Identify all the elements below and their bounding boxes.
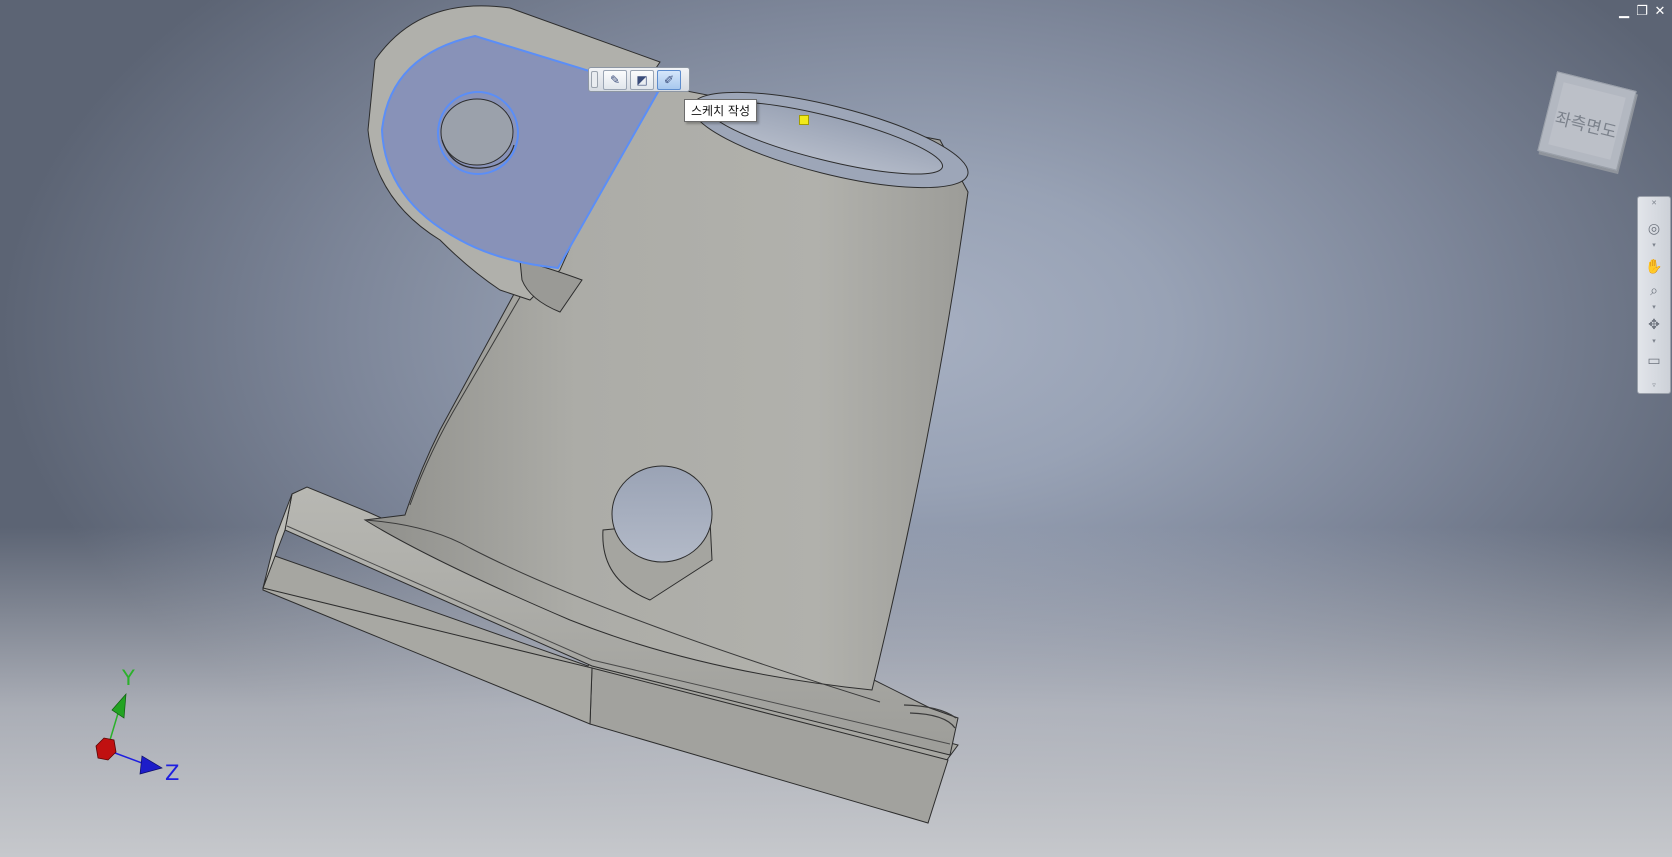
pan-icon[interactable]: ✋	[1643, 257, 1665, 277]
graphics-viewport[interactable]: ▁ ❐ ✕ 좌측면도 ✕ ◎ ▾ ✋ ⌕ ▾ ✥ ▾ ▭ ▿ ✎ ◩ ✐ 스케치…	[0, 0, 1672, 857]
edit-sketch-button[interactable]: ◩	[630, 70, 654, 90]
mini-toolbar: ✎ ◩ ✐	[588, 67, 690, 92]
z-axis-label: Z	[165, 761, 179, 785]
look-at-icon[interactable]: ▭	[1643, 351, 1665, 371]
toolbar-grip-handle[interactable]	[591, 71, 598, 88]
y-axis-label: Y	[121, 666, 135, 690]
part-model[interactable]	[0, 0, 1672, 857]
tooltip: 스케치 작성	[684, 99, 758, 122]
restore-button[interactable]: ❐	[1634, 4, 1650, 20]
close-window-button[interactable]: ✕	[1652, 4, 1668, 20]
navbar-menu-icon[interactable]: ▿	[1643, 381, 1665, 389]
y-axis-arrow	[111, 692, 127, 719]
coordinate-triad: Y Z	[95, 666, 179, 785]
edit-feature-button[interactable]: ✎	[603, 70, 627, 90]
navbar-close-icon[interactable]: ✕	[1643, 199, 1665, 207]
side-boss-hole	[611, 465, 713, 563]
pencil-icon: ✎	[609, 73, 621, 87]
create-sketch-icon: ✐	[663, 73, 675, 87]
orbit-icon[interactable]: ✥	[1643, 315, 1665, 335]
chevron-down-icon[interactable]: ▾	[1643, 303, 1665, 311]
cursor-marker	[799, 115, 809, 125]
viewcube[interactable]: 좌측면도	[1532, 66, 1642, 176]
z-axis-arrow	[139, 755, 163, 775]
chevron-down-icon[interactable]: ▾	[1643, 241, 1665, 249]
create-sketch-button[interactable]: ✐	[657, 70, 681, 90]
chevron-down-icon[interactable]: ▾	[1643, 337, 1665, 345]
sketch-icon: ◩	[636, 73, 648, 87]
minimize-button[interactable]: ▁	[1616, 4, 1632, 20]
navigation-bar[interactable]: ✕ ◎ ▾ ✋ ⌕ ▾ ✥ ▾ ▭ ▿	[1637, 196, 1671, 394]
zoom-icon[interactable]: ⌕	[1643, 281, 1665, 301]
viewcube-face[interactable]: 좌측면도	[1537, 71, 1637, 171]
steering-wheel-icon[interactable]: ◎	[1643, 219, 1665, 239]
lug-hole-pin	[440, 98, 514, 166]
x-axis-marker	[95, 737, 117, 761]
